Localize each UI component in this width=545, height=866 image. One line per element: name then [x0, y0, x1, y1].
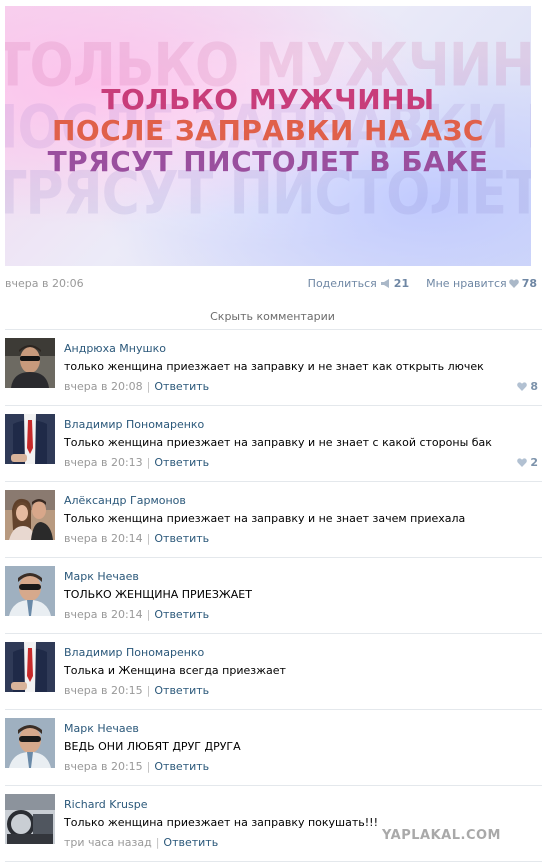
- comment-like-count: 2: [530, 456, 538, 469]
- comment-like-button[interactable]: 2: [515, 456, 538, 469]
- comment-item: Richard Kruspe Только женщина приезжает …: [5, 786, 542, 862]
- banner-line-1: ТОЛЬКО МУЖЧИНЫ: [101, 83, 435, 116]
- megaphone-icon: [380, 279, 389, 288]
- like-button[interactable]: Мне нравится 78: [426, 277, 537, 290]
- comment-author[interactable]: Марк Нечаев: [64, 570, 139, 583]
- post-date[interactable]: вчера в 20:06: [5, 277, 84, 290]
- heart-icon: [508, 279, 519, 288]
- comment-text: ТОЛЬКО ЖЕНЩИНА ПРИЕЗЖАЕТ: [64, 588, 252, 601]
- avatar[interactable]: [5, 338, 55, 388]
- banner-line-3: ТРЯСУТ ПИСТОЛЕТ В БАКЕ: [47, 145, 489, 178]
- hide-comments-link[interactable]: Скрыть комментарии: [0, 310, 545, 323]
- avatar[interactable]: [5, 794, 55, 844]
- comment-text: только женщина приезжает на заправку и н…: [64, 360, 484, 373]
- heart-icon: [517, 382, 528, 391]
- comment-time[interactable]: вчера в 20:08: [64, 380, 143, 393]
- share-label: Поделиться: [307, 277, 377, 290]
- comment-time[interactable]: вчера в 20:13: [64, 456, 143, 469]
- banner-headline: ТОЛЬКО МУЖЧИНЫ ПОСЛЕ ЗАПРАВКИ НА АЗС ТРЯ…: [5, 84, 531, 177]
- comment-footer: вчера в 20:13 | Ответить: [64, 456, 210, 469]
- suit-red-tie-avatar-icon: [5, 642, 55, 692]
- watermark-logo: YAPLAKAL.COM: [382, 828, 501, 843]
- reply-link[interactable]: Ответить: [154, 760, 209, 773]
- reply-link[interactable]: Ответить: [163, 836, 218, 849]
- comment-author[interactable]: Алёксандр Гармонов: [64, 494, 186, 507]
- comment-footer: вчера в 20:15 | Ответить: [64, 760, 210, 773]
- man-sunglasses-avatar-icon: [5, 718, 55, 768]
- couple-photo-avatar-icon: [5, 490, 55, 540]
- reply-link[interactable]: Ответить: [154, 608, 209, 621]
- comment-text: Только женщина приезжает на заправку и н…: [64, 512, 466, 525]
- avatar[interactable]: [5, 642, 55, 692]
- comment-author[interactable]: Владимир Пономаренко: [64, 646, 204, 659]
- comment-time[interactable]: три часа назад: [64, 836, 152, 849]
- man-sunglasses-avatar-icon: [5, 338, 55, 388]
- comment-item: Марк Нечаев ВЕДЬ ОНИ ЛЮБЯТ ДРУГ ДРУГА вч…: [5, 710, 542, 786]
- comment-item: Андрюха Мнушко только женщина приезжает …: [5, 330, 542, 406]
- comment-time[interactable]: вчера в 20:15: [64, 760, 143, 773]
- comment-footer: вчера в 20:08 | Ответить: [64, 380, 210, 393]
- comment-text: Толька и Женщина всегда приезжает: [64, 664, 286, 677]
- avatar[interactable]: [5, 566, 55, 616]
- divider: [5, 861, 542, 862]
- comment-item: Владимир Пономаренко Только женщина прие…: [5, 406, 542, 482]
- post-image[interactable]: ТОЛЬКО МУЖЧИНЫ ПОСЛЕ ЗАПРАВКИ НА АЗС ТРЯ…: [5, 6, 531, 266]
- comment-author[interactable]: Марк Нечаев: [64, 722, 139, 735]
- man-sunglasses-avatar-icon: [5, 566, 55, 616]
- comment-like-button[interactable]: 8: [515, 380, 538, 393]
- post-actions: Поделиться 21 Мне нравится 78: [308, 277, 537, 290]
- banner-line-2: ПОСЛЕ ЗАПРАВКИ НА АЗС: [52, 114, 484, 147]
- like-label: Мне нравится: [426, 277, 507, 290]
- avatar[interactable]: [5, 414, 55, 464]
- car-interior-avatar-icon: [5, 794, 55, 844]
- avatar[interactable]: [5, 718, 55, 768]
- comment-like-count: 8: [530, 380, 538, 393]
- share-count: 21: [393, 277, 410, 290]
- comment-item: Марк Нечаев ТОЛЬКО ЖЕНЩИНА ПРИЕЗЖАЕТ вче…: [5, 558, 542, 634]
- suit-red-tie-avatar-icon: [5, 414, 55, 464]
- post-meta: вчера в 20:06 Поделиться 21 Мне нравится 7…: [5, 277, 537, 291]
- comment-author[interactable]: Андрюха Мнушко: [64, 342, 166, 355]
- like-count: 78: [521, 277, 537, 290]
- comment-time[interactable]: вчера в 20:15: [64, 684, 143, 697]
- comment-author[interactable]: Владимир Пономаренко: [64, 418, 204, 431]
- comment-item: Владимир Пономаренко Толька и Женщина вс…: [5, 634, 542, 710]
- comment-item: Алёксандр Гармонов Только женщина приезж…: [5, 482, 542, 558]
- reply-link[interactable]: Ответить: [154, 684, 209, 697]
- comment-footer: вчера в 20:15 | Ответить: [64, 684, 210, 697]
- comment-footer: вчера в 20:14 | Ответить: [64, 608, 210, 621]
- reply-link[interactable]: Ответить: [154, 532, 209, 545]
- reply-link[interactable]: Ответить: [154, 380, 209, 393]
- comment-text: Только женщина приезжает на заправку и н…: [64, 436, 492, 449]
- share-button[interactable]: Поделиться 21: [308, 277, 413, 290]
- avatar[interactable]: [5, 490, 55, 540]
- comment-author[interactable]: Richard Kruspe: [64, 798, 147, 811]
- comment-footer: три часа назад | Ответить: [64, 836, 219, 849]
- reply-link[interactable]: Ответить: [154, 456, 209, 469]
- comment-time[interactable]: вчера в 20:14: [64, 608, 143, 621]
- comment-footer: вчера в 20:14 | Ответить: [64, 532, 210, 545]
- heart-icon: [517, 458, 528, 467]
- comment-text: Только женщина приезжает на заправку пок…: [64, 816, 378, 829]
- comment-time[interactable]: вчера в 20:14: [64, 532, 143, 545]
- comment-text: ВЕДЬ ОНИ ЛЮБЯТ ДРУГ ДРУГА: [64, 740, 241, 753]
